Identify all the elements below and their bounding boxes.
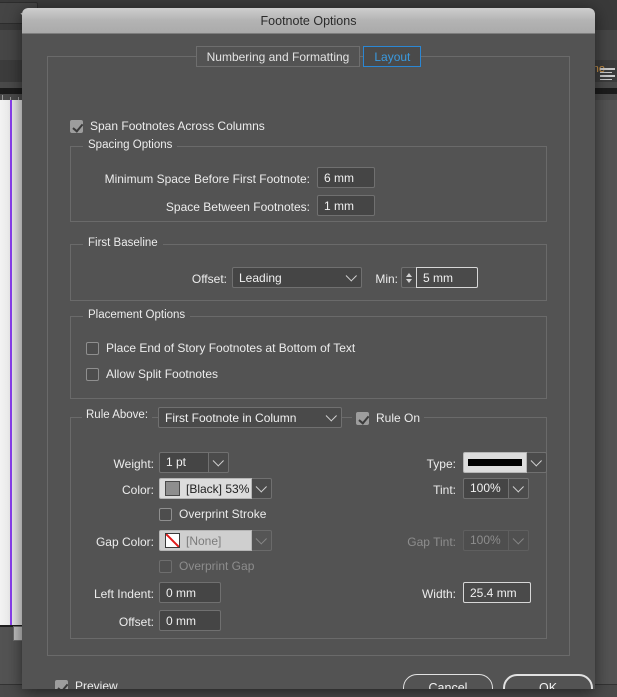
placement-options-title: Placement Options — [83, 309, 191, 321]
minimum-space-label: Minimum Space Before First Footnote: — [104, 172, 310, 186]
overprint-gap-row: Overprint Gap — [159, 559, 254, 573]
overprint-gap-label: Overprint Gap — [179, 559, 255, 573]
weight-combo[interactable]: 1 pt — [159, 452, 229, 473]
spacing-options-title: Spacing Options — [83, 139, 178, 151]
preview-checkbox[interactable] — [55, 679, 68, 689]
chevron-down-icon — [323, 409, 341, 422]
space-between-input[interactable] — [317, 195, 375, 216]
solid-rule-swatch-icon — [468, 459, 522, 466]
gray-swatch-icon — [165, 481, 180, 496]
dialog-body: Numbering and Formatting Layout Span Foo… — [22, 34, 595, 689]
allow-split-footnotes-checkbox[interactable] — [86, 367, 99, 381]
chevron-down-icon[interactable] — [209, 452, 229, 473]
chevron-down-icon[interactable] — [527, 452, 547, 473]
gap-tint-value: 100% — [463, 530, 509, 551]
weight-label: Weight: — [113, 457, 154, 471]
span-footnotes-label: Span Footnotes Across Columns — [90, 119, 265, 133]
tab-bar: Numbering and Formatting Layout — [22, 46, 595, 67]
min-label: Min: — [375, 272, 398, 286]
width-input[interactable] — [463, 582, 531, 603]
tab-numbering-and-formatting[interactable]: Numbering and Formatting — [195, 46, 361, 67]
weight-value[interactable]: 1 pt — [159, 452, 209, 473]
tab-layout[interactable]: Layout — [363, 46, 422, 67]
hamburger-menu-icon[interactable] — [600, 68, 615, 81]
type-dropdown[interactable] — [463, 452, 547, 473]
placement-options-group: Placement Options — [70, 309, 547, 399]
min-stepper[interactable] — [401, 267, 416, 288]
type-label: Type: — [426, 457, 456, 471]
min-value-input[interactable] — [416, 267, 478, 288]
dialog-title: Footnote Options — [260, 13, 357, 28]
chevron-down-icon[interactable] — [509, 478, 529, 499]
width-label: Width: — [421, 587, 456, 601]
rule-on-checkbox[interactable] — [356, 411, 369, 425]
first-baseline-offset-dropdown[interactable]: Leading — [232, 267, 362, 288]
gap-color-value: [None] — [186, 533, 222, 548]
overprint-stroke-label: Overprint Stroke — [179, 507, 267, 521]
rule-offset-label: Offset: — [118, 615, 154, 629]
preview-label: Preview — [75, 679, 118, 689]
offset-label: Offset: — [191, 272, 227, 286]
tint-value[interactable]: 100% — [463, 478, 509, 499]
overprint-stroke-row[interactable]: Overprint Stroke — [159, 507, 266, 521]
rule-on-label: Rule On — [376, 411, 421, 425]
allow-split-footnotes-row[interactable]: Allow Split Footnotes — [86, 367, 218, 381]
gap-color-dropdown[interactable]: [None] — [159, 530, 272, 551]
gap-color-label: Gap Color: — [95, 535, 154, 549]
span-footnotes-checkbox[interactable] — [70, 119, 83, 133]
place-end-of-story-label: Place End of Story Footnotes at Bottom o… — [106, 341, 356, 355]
space-between-label: Space Between Footnotes: — [165, 200, 310, 214]
chevron-down-icon — [343, 269, 361, 282]
cancel-button[interactable]: Cancel — [403, 674, 493, 689]
dialog-titlebar[interactable]: Footnote Options — [22, 8, 595, 34]
left-indent-label: Left Indent: — [93, 587, 154, 601]
color-swatch-field[interactable]: [Black] 53% — [159, 478, 252, 499]
color-value: [Black] 53% — [186, 481, 250, 496]
gap-tint-combo: 100% — [463, 530, 529, 551]
first-baseline-title: First Baseline — [83, 237, 163, 249]
rule-above-group — [70, 417, 547, 639]
rule-above-label: Rule Above: — [82, 409, 153, 421]
chevron-down-icon[interactable] — [252, 478, 272, 499]
rule-offset-input[interactable] — [159, 610, 221, 631]
stepper-down-icon[interactable] — [406, 278, 412, 283]
first-baseline-offset-value: Leading — [239, 270, 282, 285]
chevron-down-icon[interactable] — [252, 530, 272, 551]
none-swatch-icon — [165, 533, 180, 548]
span-footnotes-row[interactable]: Span Footnotes Across Columns — [70, 119, 265, 133]
color-label: Color: — [121, 483, 154, 497]
place-end-of-story-checkbox[interactable] — [86, 341, 99, 355]
gap-color-swatch-field[interactable]: [None] — [159, 530, 252, 551]
place-end-of-story-row[interactable]: Place End of Story Footnotes at Bottom o… — [86, 341, 355, 355]
ok-button[interactable]: OK — [503, 674, 593, 689]
rule-above-value: First Footnote in Column — [165, 410, 297, 425]
gap-tint-label: Gap Tint: — [407, 535, 456, 549]
rule-on-row[interactable]: Rule On — [352, 411, 425, 425]
overprint-stroke-checkbox[interactable] — [159, 507, 172, 521]
color-dropdown[interactable]: [Black] 53% — [159, 478, 272, 499]
tint-label: Tint: — [433, 483, 456, 497]
chevron-down-icon — [509, 530, 529, 551]
left-indent-input[interactable] — [159, 582, 221, 603]
tint-combo[interactable]: 100% — [463, 478, 529, 499]
column-guide — [10, 100, 12, 625]
overprint-gap-checkbox — [159, 559, 172, 573]
rule-above-dropdown[interactable]: First Footnote in Column — [158, 407, 342, 428]
footnote-options-dialog: Footnote Options Numbering and Formattin… — [22, 8, 595, 689]
stepper-up-icon[interactable] — [406, 272, 412, 277]
allow-split-footnotes-label: Allow Split Footnotes — [106, 367, 219, 381]
type-swatch-field[interactable] — [463, 452, 527, 473]
preview-row[interactable]: Preview — [55, 679, 118, 689]
minimum-space-input[interactable] — [317, 167, 375, 188]
